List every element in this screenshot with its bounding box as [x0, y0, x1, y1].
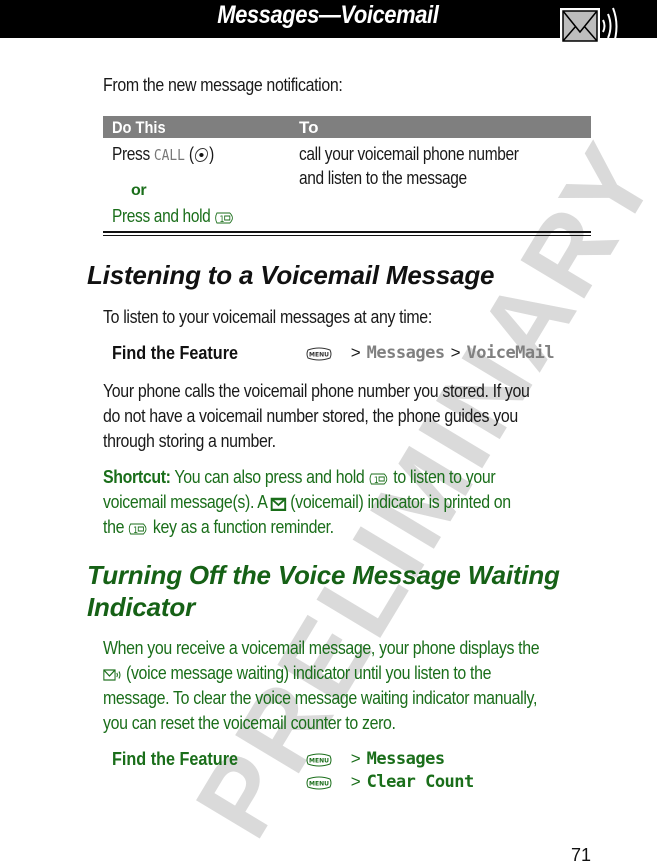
table-row-alt-action: Press and hold 1 — [112, 204, 235, 229]
menu-key-icon[interactable]: MENU — [306, 347, 332, 361]
menu-key-icon[interactable]: MENU — [306, 776, 332, 790]
shortcut-text-1a: You can also press and hold — [170, 466, 369, 487]
section-heading-listening: Listening to a Voicemail Message — [87, 260, 495, 290]
voice-message-waiting-icon — [103, 669, 121, 681]
send-key-icon — [194, 147, 208, 163]
svg-text:1: 1 — [220, 213, 225, 224]
shortcut-text-2a: voicemail message(s). A — [103, 491, 271, 512]
section2-para-line-2: (voice message waiting) indicator until … — [103, 660, 491, 685]
alt-action-text: Press and hold — [112, 206, 215, 226]
header-do-this: Do This — [112, 118, 166, 137]
section-heading-turning-off-line1: Turning Off the Voice Message Waiting — [87, 560, 560, 590]
shortcut-label: Shortcut: — [103, 466, 171, 487]
shortcut-text-2b: (voicemail) indicator is printed on — [286, 491, 511, 512]
section2-para-text-2b: (voice message waiting) indicator until … — [121, 662, 492, 683]
result-line-2: and listen to the message — [299, 168, 467, 188]
shortcut-text-3a: the — [103, 516, 129, 537]
page-header-bar: Messages—Voicemail — [0, 0, 657, 46]
key-1-voicemail-icon: 1 — [215, 212, 233, 224]
voicemail-indicator-icon — [270, 497, 287, 511]
result-line-1: call your voicemail phone number — [299, 144, 519, 164]
shortcut-line-2: voicemail message(s). A (voicemail) indi… — [103, 489, 511, 514]
feature-path-step-1: MENU > Messages — [306, 748, 445, 770]
menu-key-icon[interactable]: MENU — [306, 753, 332, 767]
para-line-2: do not have a voicemail number stored, t… — [103, 405, 518, 426]
section2-para-line-3: message. To clear the voice message wait… — [103, 687, 538, 708]
key-1-voicemail-icon: 1 — [129, 523, 147, 535]
header-to: To — [299, 118, 319, 137]
path-item-clear-count: Clear Count — [366, 772, 475, 792]
page-number: 71 — [571, 845, 592, 865]
shortcut-line-3: the 1 key as a function reminder. — [103, 514, 334, 539]
table-row-action: Press CALL () — [112, 144, 214, 164]
svg-text:MENU: MENU — [309, 780, 329, 787]
action-prefix: Press — [112, 144, 154, 164]
para-line-3: through storing a number. — [103, 430, 276, 451]
path-item-messages: Messages — [366, 749, 445, 769]
find-feature-label: Find the Feature — [112, 343, 239, 363]
path-item-voicemail: VoiceMail — [466, 343, 555, 363]
table-rule-bottom — [103, 235, 591, 236]
shortcut-line-1: Shortcut: You can also press and hold 1 … — [103, 464, 496, 489]
shortcut-text-1b: to listen to your — [389, 466, 496, 487]
para-line-1: Your phone calls the voicemail phone num… — [103, 380, 530, 401]
table-rule-top — [103, 231, 591, 233]
svg-text:1: 1 — [374, 474, 379, 485]
path-item-messages: Messages — [366, 343, 445, 363]
or-label: or — [131, 182, 147, 199]
shortcut-text-3b: key as a function reminder. — [148, 516, 334, 537]
section2-para-line-1: When you receive a voicemail message, yo… — [103, 637, 540, 658]
svg-text:1: 1 — [133, 524, 138, 535]
section-heading-turning-off-line2: Indicator — [87, 592, 195, 622]
svg-text:MENU: MENU — [309, 351, 329, 358]
find-feature-label-2: Find the Feature — [112, 749, 239, 769]
call-key-label: CALL — [153, 146, 185, 164]
section1-intro: To listen to your voicemail messages at … — [103, 306, 432, 327]
voicemail-envelope-icon — [560, 7, 618, 46]
key-1-voicemail-icon: 1 — [369, 473, 388, 485]
svg-text:MENU: MENU — [309, 757, 329, 764]
table-header: Do This To — [103, 116, 591, 138]
feature-path-step-2: MENU > Clear Count — [306, 771, 474, 793]
page-header-title: Messages—Voicemail — [217, 1, 439, 29]
feature-path-voicemail: MENU > Messages > VoiceMail — [306, 342, 555, 364]
section2-para-line-4: you can reset the voicemail counter to z… — [103, 712, 396, 733]
intro-text: From the new message notification: — [103, 74, 343, 95]
